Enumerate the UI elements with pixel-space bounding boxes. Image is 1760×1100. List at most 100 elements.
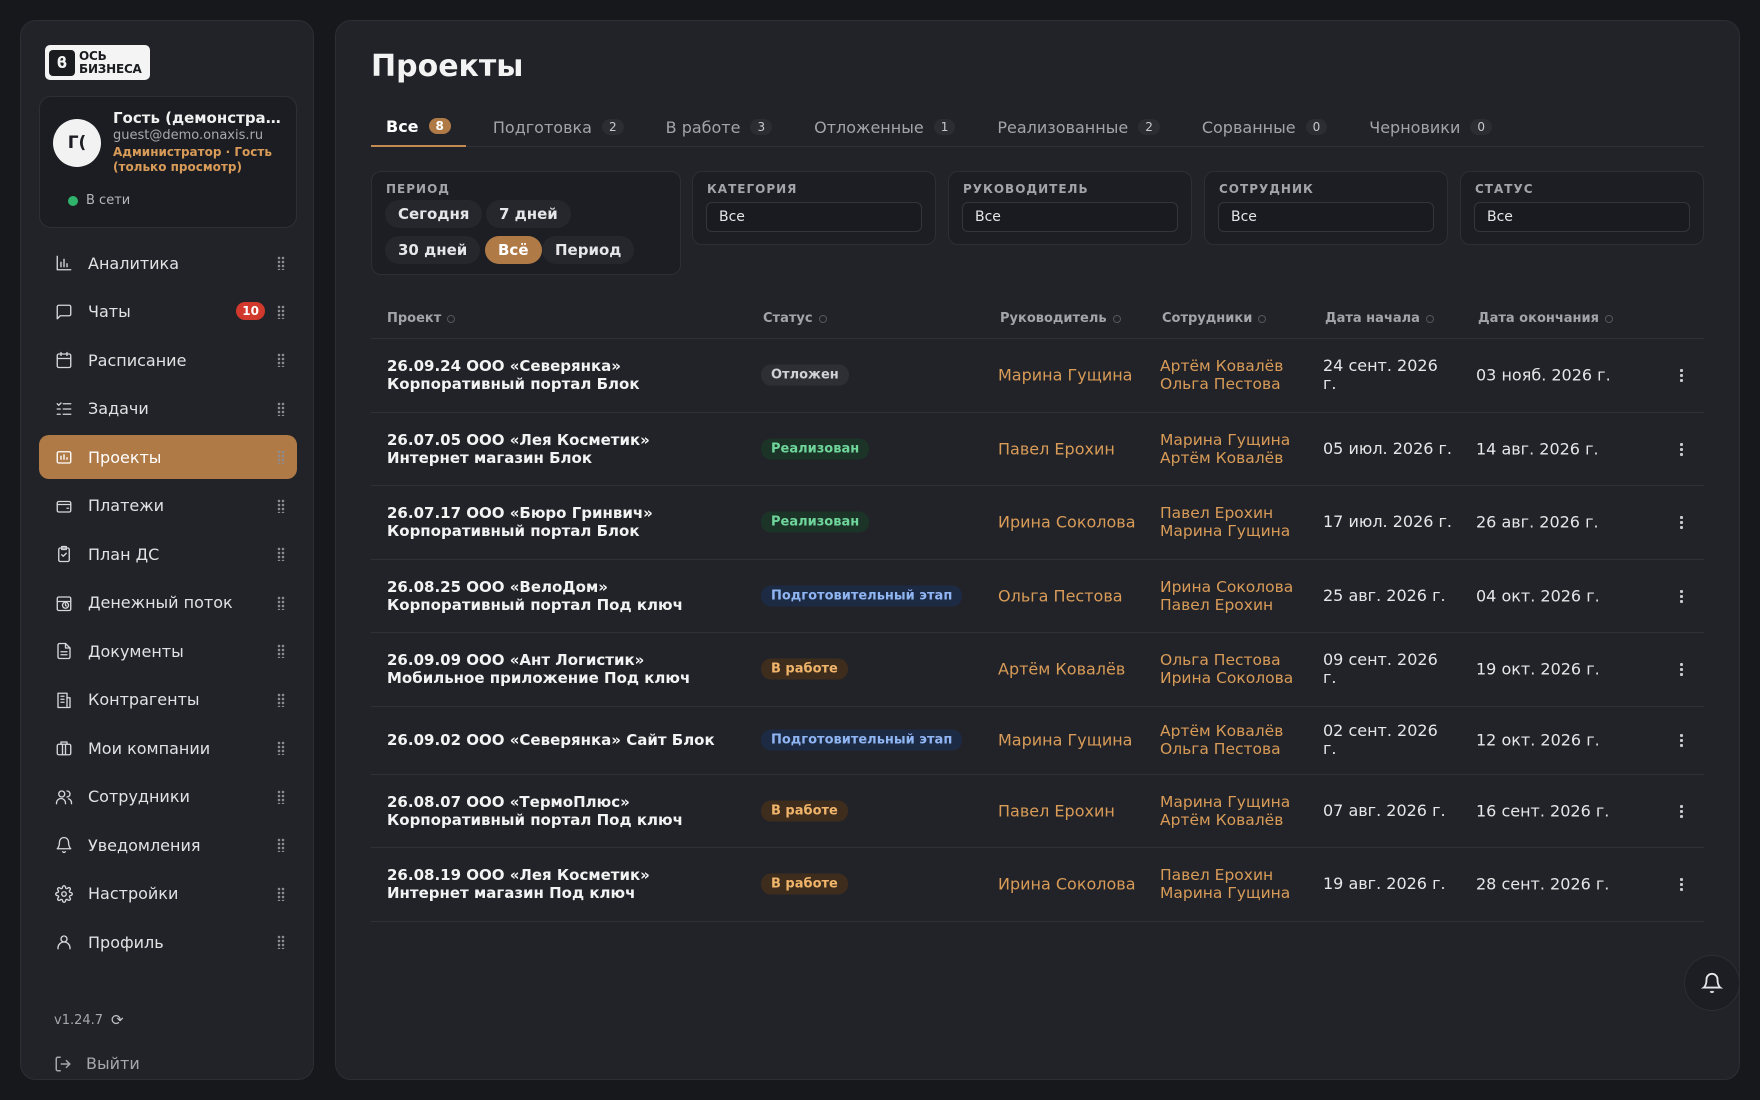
tab-5[interactable]: Сорванные 0: [1187, 107, 1342, 147]
tab-1[interactable]: Подготовка 2: [478, 107, 639, 147]
manager-link[interactable]: Павел Ерохин: [998, 439, 1115, 458]
employee-link[interactable]: Артём Ковалёв: [1160, 449, 1290, 467]
company-logo[interactable]: ϐ ОСЬ БИЗНЕСА: [45, 45, 150, 80]
row-menu-button[interactable]: [1671, 365, 1691, 385]
employee-link[interactable]: Павел Ерохин: [1160, 596, 1293, 614]
table-row[interactable]: 26.09.24 ООО «Северянка» Корпоративный по…: [371, 339, 1704, 413]
employee-link[interactable]: Артём Ковалёв: [1160, 357, 1283, 375]
manager-link[interactable]: Павел Ерохин: [998, 801, 1115, 820]
sidebar-item-calendar[interactable]: Расписание: [39, 338, 297, 382]
period-chip-custom[interactable]: Период: [542, 236, 635, 264]
row-menu-button[interactable]: [1671, 512, 1691, 532]
drag-handle-icon[interactable]: [277, 256, 285, 270]
project-name[interactable]: 26.07.05 ООО «Лея Косметик» Интернет мага…: [387, 431, 747, 467]
employee-select[interactable]: Все: [1218, 202, 1434, 232]
row-menu-button[interactable]: [1671, 730, 1691, 750]
sidebar-item-projects[interactable]: Проекты: [39, 435, 297, 479]
manager-link[interactable]: Марина Гущина: [998, 366, 1132, 385]
manager-link[interactable]: Ирина Соколова: [998, 875, 1136, 894]
manager-link[interactable]: Ольга Пестова: [998, 586, 1123, 605]
project-name[interactable]: 26.07.17 ООО «Бюро Гринвич» Корпоративный…: [387, 504, 747, 540]
row-menu-button[interactable]: [1671, 659, 1691, 679]
row-menu-button[interactable]: [1671, 874, 1691, 894]
table-row[interactable]: 26.08.07 ООО «ТермоПлюс» Корпоративный по…: [371, 775, 1704, 848]
table-row[interactable]: 26.07.05 ООО «Лея Косметик» Интернет мага…: [371, 413, 1704, 486]
project-name[interactable]: 26.08.19 ООО «Лея Косметик» Интернет мага…: [387, 866, 747, 902]
employee-link[interactable]: Марина Гущина: [1160, 884, 1290, 902]
logout-button[interactable]: Выйти: [54, 1054, 140, 1073]
period-chip-today[interactable]: Сегодня: [385, 200, 483, 228]
period-chip-30-days[interactable]: 30 дней: [385, 236, 481, 264]
status-select[interactable]: Все: [1474, 202, 1690, 232]
employee-link[interactable]: Ирина Соколова: [1160, 578, 1293, 596]
employee-link[interactable]: Павел Ерохин: [1160, 866, 1290, 884]
employee-link[interactable]: Марина Гущина: [1160, 431, 1290, 449]
col-manager[interactable]: Руководитель: [1000, 311, 1121, 326]
refresh-icon[interactable]: ⟳: [111, 1011, 124, 1029]
sidebar-item-wallet[interactable]: Платежи: [39, 484, 297, 528]
drag-handle-icon[interactable]: [277, 498, 285, 513]
col-start[interactable]: Дата начала: [1325, 311, 1434, 326]
sidebar-item-building[interactable]: Контрагенты: [39, 678, 297, 722]
employee-link[interactable]: Марина Гущина: [1160, 793, 1290, 811]
sidebar-item-clipboard[interactable]: План ДС: [39, 532, 297, 576]
manager-select[interactable]: Все: [962, 202, 1178, 232]
drag-handle-icon[interactable]: [277, 838, 285, 852]
period-chip-all[interactable]: Всё: [485, 236, 542, 264]
drag-handle-icon[interactable]: [277, 789, 285, 804]
manager-link[interactable]: Артём Ковалёв: [998, 660, 1125, 679]
tab-2[interactable]: В работе 3: [651, 107, 787, 147]
project-name[interactable]: 26.08.07 ООО «ТермоПлюс» Корпоративный по…: [387, 793, 747, 829]
employee-link[interactable]: Павел Ерохин: [1160, 504, 1290, 522]
col-project[interactable]: Проект: [387, 311, 456, 326]
drag-handle-icon[interactable]: [277, 692, 285, 707]
notifications-fab[interactable]: [1684, 955, 1740, 1011]
employee-link[interactable]: Марина Гущина: [1160, 522, 1290, 540]
employee-link[interactable]: Ирина Соколова: [1160, 669, 1293, 687]
employee-link[interactable]: Артём Ковалёв: [1160, 811, 1290, 829]
drag-handle-icon[interactable]: [277, 353, 285, 367]
drag-handle-icon[interactable]: [277, 595, 285, 610]
table-row[interactable]: 26.08.19 ООО «Лея Косметик» Интернет мага…: [371, 848, 1704, 922]
sidebar-item-chart[interactable]: Аналитика: [39, 241, 297, 285]
sidebar-item-cashflow[interactable]: Денежный поток: [39, 581, 297, 625]
sidebar-item-bell[interactable]: Уведомления: [39, 823, 297, 867]
table-row[interactable]: 26.09.09 ООО «Ант Логистик» Мобильное при…: [371, 633, 1704, 707]
period-chip-7-days[interactable]: 7 дней: [486, 200, 571, 228]
tab-6[interactable]: Черновики 0: [1354, 107, 1507, 147]
sidebar-item-chat[interactable]: Чаты 10: [39, 290, 297, 334]
col-status[interactable]: Статус: [763, 311, 827, 326]
drag-handle-icon[interactable]: [277, 450, 285, 464]
employee-link[interactable]: Ольга Пестова: [1160, 375, 1283, 393]
table-row[interactable]: 26.09.02 ООО «Северянка» Сайт Блок Подгот…: [371, 707, 1704, 775]
col-end[interactable]: Дата окончания: [1478, 311, 1613, 326]
sidebar-item-gear[interactable]: Настройки: [39, 872, 297, 916]
table-row[interactable]: 26.08.25 ООО «ВелоДом» Корпоративный порт…: [371, 560, 1704, 633]
tab-4[interactable]: Реализованные 2: [982, 107, 1175, 147]
col-employees[interactable]: Сотрудники: [1162, 311, 1267, 326]
category-select[interactable]: Все: [706, 202, 922, 232]
sidebar-item-users[interactable]: Сотрудники: [39, 775, 297, 819]
employee-link[interactable]: Ольга Пестова: [1160, 740, 1283, 758]
row-menu-button[interactable]: [1671, 801, 1691, 821]
sidebar-item-tasks[interactable]: Задачи: [39, 387, 297, 431]
employee-link[interactable]: Артём Ковалёв: [1160, 722, 1283, 740]
drag-handle-icon[interactable]: [277, 935, 285, 949]
drag-handle-icon[interactable]: [277, 304, 285, 319]
drag-handle-icon[interactable]: [277, 401, 285, 416]
employee-link[interactable]: Ольга Пестова: [1160, 651, 1293, 669]
project-name[interactable]: 26.08.25 ООО «ВелоДом» Корпоративный порт…: [387, 578, 747, 614]
sidebar-item-document[interactable]: Документы: [39, 629, 297, 673]
drag-handle-icon[interactable]: [277, 886, 285, 901]
sidebar-item-briefcase[interactable]: Мои компании: [39, 726, 297, 770]
manager-link[interactable]: Марина Гущина: [998, 731, 1132, 750]
drag-handle-icon[interactable]: [277, 547, 285, 561]
manager-link[interactable]: Ирина Соколова: [998, 513, 1136, 532]
tab-0[interactable]: Все 8: [371, 107, 466, 147]
project-name[interactable]: 26.09.02 ООО «Северянка» Сайт Блок: [387, 731, 747, 749]
row-menu-button[interactable]: [1671, 439, 1691, 459]
sidebar-item-user[interactable]: Профиль: [39, 920, 297, 964]
drag-handle-icon[interactable]: [277, 644, 285, 658]
user-card[interactable]: Г( Гость (демонстрационный) guest@demo.o…: [39, 96, 297, 228]
project-name[interactable]: 26.09.24 ООО «Северянка» Корпоративный по…: [387, 357, 747, 393]
